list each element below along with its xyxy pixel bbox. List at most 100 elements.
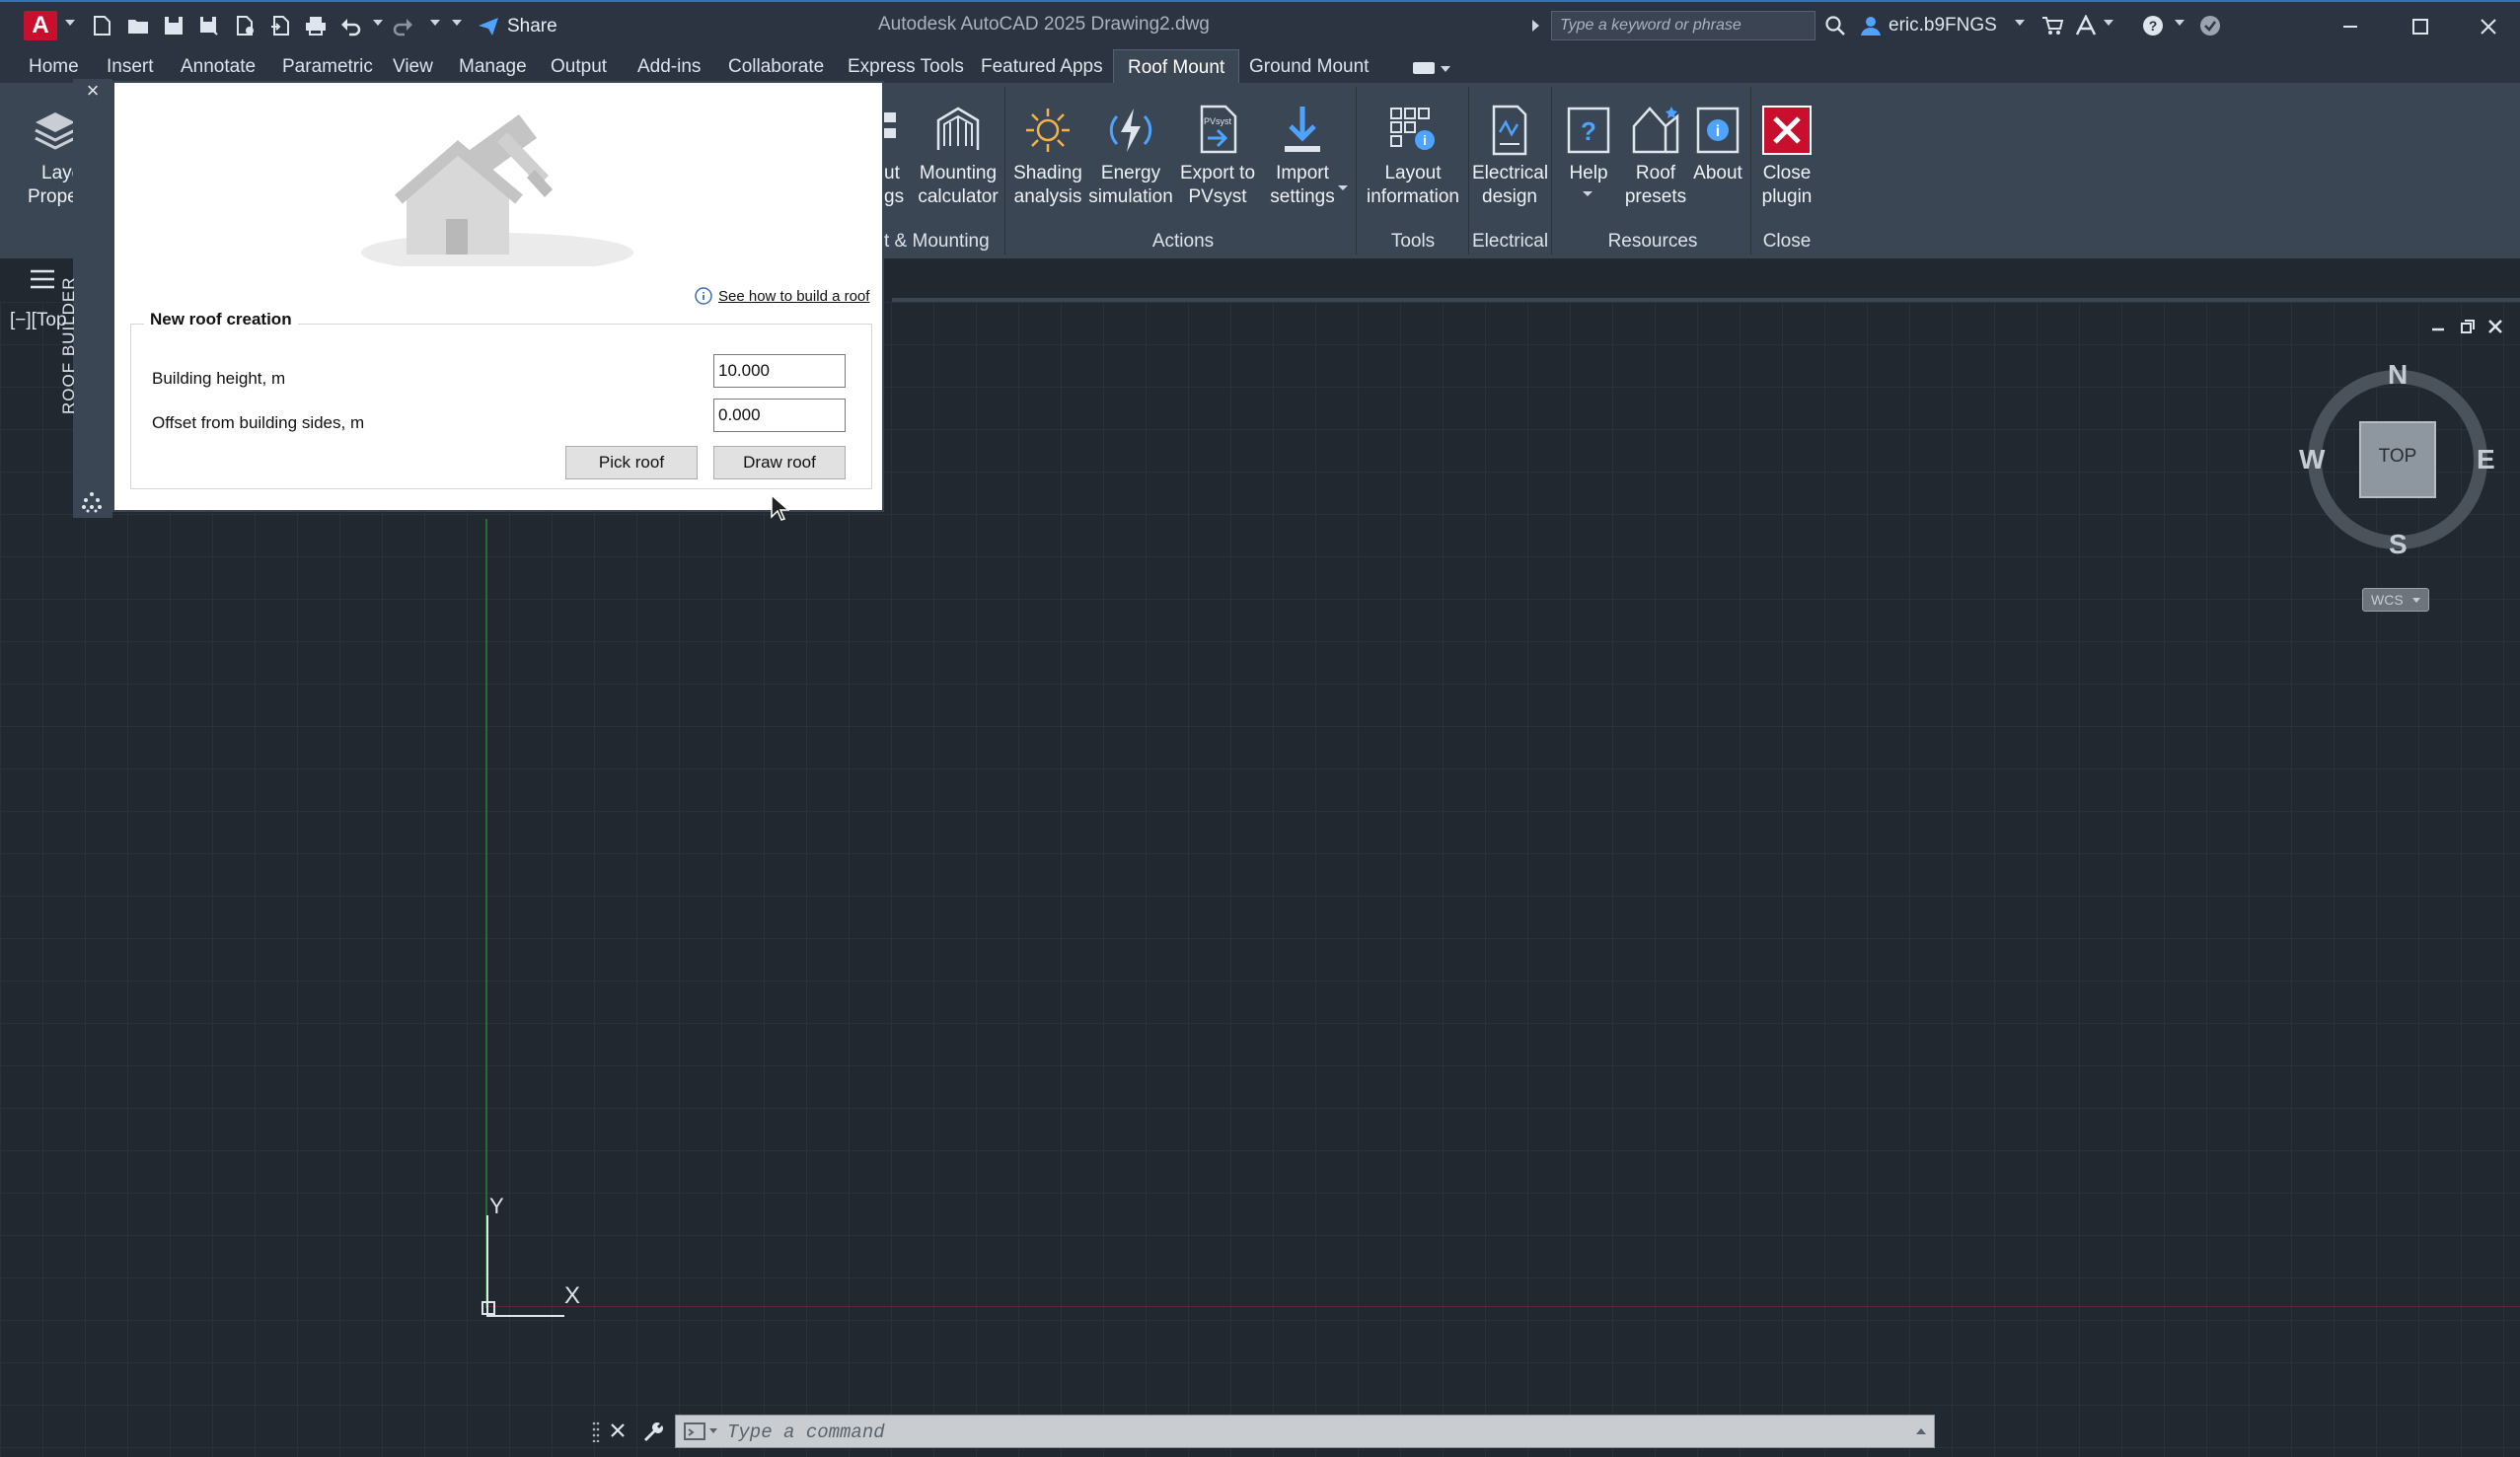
energy-simulation-button[interactable]: Energy simulation bbox=[1085, 103, 1176, 209]
cart-icon[interactable] bbox=[2040, 15, 2064, 36]
undo-icon[interactable] bbox=[339, 15, 363, 36]
autodesk-a360-icon[interactable] bbox=[2074, 14, 2098, 36]
share-label: Share bbox=[507, 16, 557, 36]
help-chevron-down-icon[interactable] bbox=[2175, 20, 2185, 26]
layout-information-button[interactable]: i Layout information bbox=[1362, 103, 1464, 209]
search-expand-arrow-icon[interactable] bbox=[1532, 20, 1539, 32]
import-settings-chevron-down-icon[interactable] bbox=[1338, 185, 1348, 190]
tab-home[interactable]: Home bbox=[29, 56, 79, 78]
command-line-grip-icon[interactable] bbox=[592, 1421, 600, 1443]
share-button[interactable]: Share bbox=[478, 13, 557, 40]
command-input[interactable] bbox=[725, 1418, 1893, 1447]
pick-roof-button[interactable]: Pick roof bbox=[565, 446, 698, 479]
save-to-web-icon[interactable] bbox=[268, 15, 292, 36]
open-from-web-icon[interactable] bbox=[233, 15, 257, 36]
svg-text:?: ? bbox=[1581, 116, 1596, 146]
mounting-calculator-button[interactable]: Mounting calculator bbox=[916, 103, 1001, 209]
building-height-input[interactable] bbox=[713, 354, 846, 388]
panel-label-electrical: Electrical bbox=[1472, 231, 1549, 252]
close-plugin-button[interactable]: Close plugin bbox=[1756, 103, 1817, 209]
panel-label-mounting: t & Mounting bbox=[884, 231, 990, 252]
close-window-icon[interactable] bbox=[2469, 12, 2508, 41]
wcs-dropdown[interactable]: WCS bbox=[2362, 588, 2429, 612]
app-menu-chevron-down-icon[interactable] bbox=[65, 20, 75, 26]
draw-roof-button[interactable]: Draw roof bbox=[713, 446, 846, 479]
viewcube-top-face[interactable]: TOP bbox=[2360, 446, 2435, 468]
command-prompt-icon[interactable] bbox=[684, 1421, 709, 1441]
tab-roof-mount[interactable]: Roof Mount bbox=[1113, 49, 1240, 83]
tab-output[interactable]: Output bbox=[551, 56, 607, 78]
tab-annotate[interactable]: Annotate bbox=[181, 56, 256, 78]
viewcube-east-label[interactable]: E bbox=[2477, 444, 2495, 475]
customize-toolbar-chevron-down-icon[interactable] bbox=[452, 20, 462, 26]
help-chevron-down-icon[interactable] bbox=[1583, 191, 1593, 196]
tab-express-tools[interactable]: Express Tools bbox=[848, 56, 964, 78]
electrical-design-button[interactable]: Electrical design bbox=[1472, 103, 1548, 209]
command-line-close-icon[interactable] bbox=[608, 1421, 628, 1440]
tab-add-ins[interactable]: Add-ins bbox=[637, 56, 701, 78]
sun-icon bbox=[1026, 109, 1070, 152]
tab-parametric[interactable]: Parametric bbox=[282, 56, 373, 78]
viewcube-west-label[interactable]: W bbox=[2299, 444, 2325, 475]
shading-analysis-button[interactable]: Shading analysis bbox=[1010, 103, 1085, 209]
recent-commands-chevron-down-icon[interactable] bbox=[709, 1428, 717, 1433]
new-file-icon[interactable] bbox=[91, 15, 114, 36]
user-name[interactable]: eric.b9FNGS bbox=[1889, 15, 1997, 36]
tab-ground-mount[interactable]: Ground Mount bbox=[1249, 56, 1369, 78]
viewport-controls-label[interactable]: [−][Top bbox=[10, 310, 67, 331]
see-how-to-build-roof-link[interactable]: See how to build a roof bbox=[718, 288, 869, 305]
redo-icon[interactable] bbox=[391, 15, 414, 36]
open-folder-icon[interactable] bbox=[126, 15, 150, 36]
building-height-label: Building height, m bbox=[152, 369, 286, 388]
autocad-logo-icon[interactable]: A bbox=[24, 11, 57, 40]
search-icon[interactable] bbox=[1823, 15, 1847, 36]
help-question-icon[interactable]: ? bbox=[2141, 15, 2165, 36]
wcs-chevron-down-icon bbox=[2412, 598, 2420, 603]
import-settings-button[interactable]: Import settings bbox=[1261, 103, 1344, 209]
tab-insert[interactable]: Insert bbox=[107, 56, 154, 78]
save-as-icon[interactable] bbox=[197, 15, 221, 36]
panel-label-actions: Actions bbox=[1151, 231, 1215, 252]
minimize-window-icon[interactable] bbox=[2331, 12, 2370, 41]
settings-partial-icon bbox=[884, 112, 896, 138]
viewport-minimize-icon[interactable] bbox=[2429, 318, 2447, 335]
redo-chevron-down-icon[interactable] bbox=[430, 20, 440, 26]
offset-input[interactable] bbox=[713, 399, 846, 432]
workspace-chevron-down-icon[interactable] bbox=[1441, 66, 1450, 72]
command-line-customize-wrench-icon[interactable] bbox=[641, 1421, 663, 1442]
tab-featured-apps[interactable]: Featured Apps bbox=[981, 56, 1103, 78]
save-icon[interactable] bbox=[162, 15, 185, 36]
palette-title-strip[interactable] bbox=[73, 79, 112, 518]
viewport-restore-icon[interactable] bbox=[2459, 318, 2477, 335]
partial-layout-settings-button[interactable]: ut gs bbox=[884, 103, 914, 209]
command-history-chevron-up-icon[interactable] bbox=[1916, 1428, 1926, 1434]
palette-close-icon[interactable]: × bbox=[83, 80, 103, 102]
about-button[interactable]: i About bbox=[1689, 103, 1746, 185]
tab-view[interactable]: View bbox=[393, 56, 433, 78]
roof-presets-button[interactable]: Roof presets bbox=[1618, 103, 1693, 209]
workspace-switch-icon[interactable] bbox=[1413, 62, 1435, 74]
wcs-label: WCS bbox=[2371, 592, 2404, 608]
viewcube-south-label[interactable]: S bbox=[2389, 529, 2408, 560]
viewport-close-icon[interactable] bbox=[2486, 318, 2504, 335]
hamburger-menu-icon[interactable] bbox=[30, 268, 55, 290]
viewcube[interactable]: N S E W TOP bbox=[2299, 359, 2496, 562]
tab-manage[interactable]: Manage bbox=[459, 56, 527, 78]
a360-chevron-down-icon[interactable] bbox=[2104, 20, 2113, 26]
user-menu-chevron-down-icon[interactable] bbox=[2015, 20, 2025, 26]
help-button[interactable]: ? Help bbox=[1561, 103, 1616, 185]
help-search-input[interactable] bbox=[1551, 11, 1816, 40]
tab-collaborate[interactable]: Collaborate bbox=[728, 56, 824, 78]
undo-chevron-down-icon[interactable] bbox=[373, 20, 383, 26]
palette-properties-icon[interactable] bbox=[81, 491, 103, 513]
export-to-pvsyst-button[interactable]: PVsyst Export to PVsyst bbox=[1176, 103, 1259, 209]
user-icon[interactable] bbox=[1859, 15, 1883, 36]
layer-properties-button[interactable]: Laye Proper bbox=[8, 103, 84, 209]
feedback-icon[interactable] bbox=[2198, 15, 2222, 36]
roof-builder-illustration-icon bbox=[361, 114, 633, 266]
maximize-window-icon[interactable] bbox=[2400, 12, 2439, 41]
ribbon-tab-bar: Home Insert Annotate Parametric View Man… bbox=[0, 49, 2520, 83]
plot-printer-icon[interactable] bbox=[304, 15, 328, 36]
viewcube-north-label[interactable]: N bbox=[2388, 359, 2408, 391]
group-title: New roof creation bbox=[144, 310, 298, 329]
